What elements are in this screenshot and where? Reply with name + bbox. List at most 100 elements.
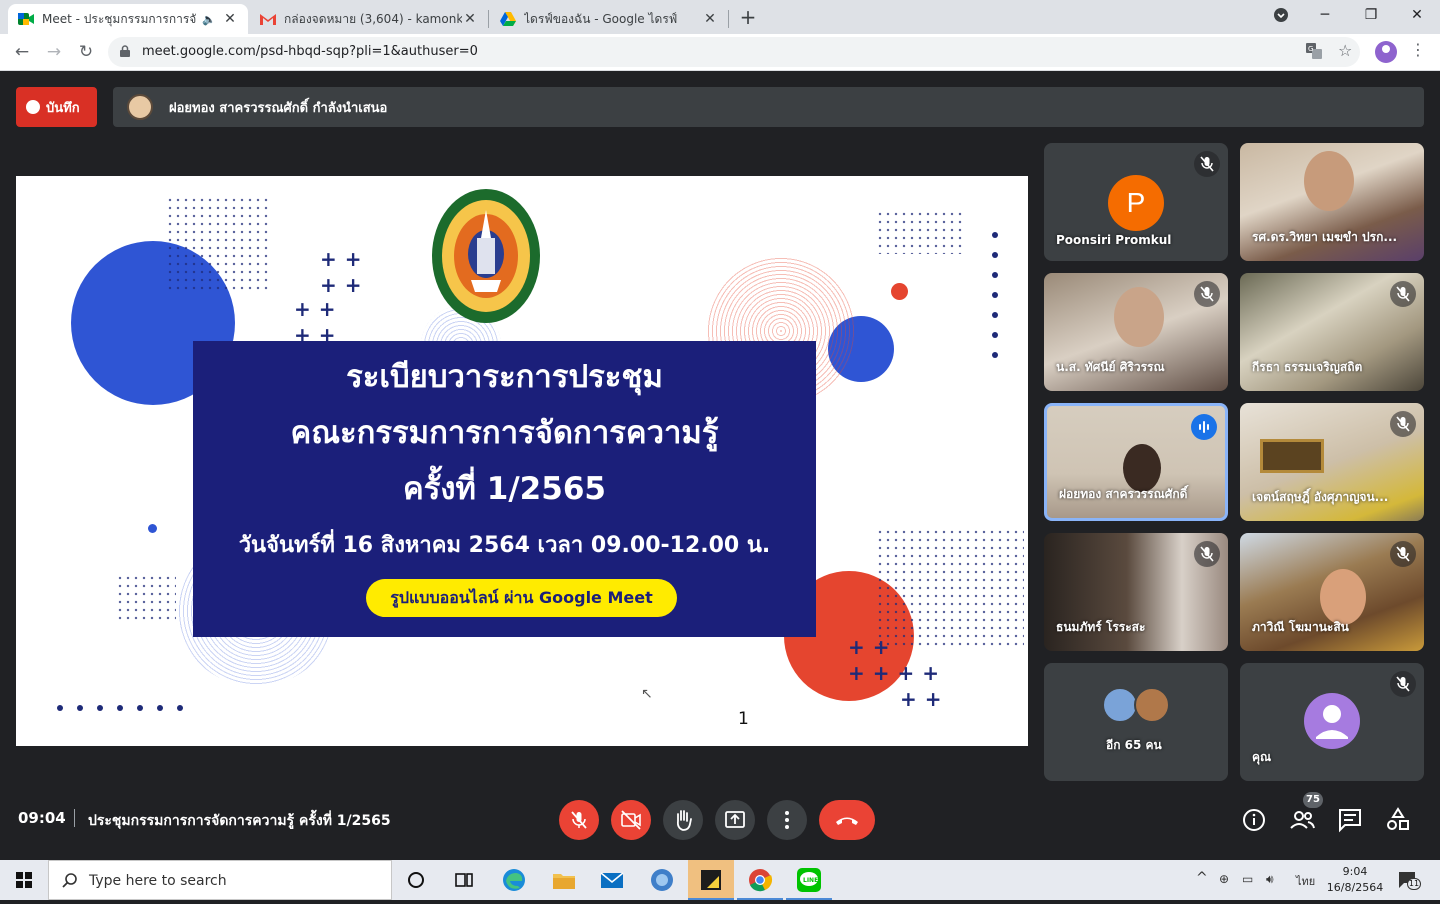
sticky-icon[interactable] xyxy=(697,866,725,894)
tab-separator xyxy=(728,10,729,28)
network-icon[interactable]: ▭ xyxy=(1242,872,1253,886)
volume-icon[interactable]: 🔊︎ xyxy=(1266,872,1274,887)
more-options-button[interactable] xyxy=(767,800,807,840)
reload-icon[interactable]: ↻ xyxy=(74,40,98,64)
participant-tile[interactable]: รศ.ดร.วิทยา เมฆขำ ปรก... xyxy=(1240,143,1424,261)
decor-blue-dot xyxy=(148,524,157,533)
minimize-button[interactable]: ─ xyxy=(1302,0,1348,30)
browser-tab-bar: Meet - ประชุมกรรมการการจัดก 🔈 ✕ กล่องจดห… xyxy=(0,0,1440,34)
back-icon[interactable]: ← xyxy=(10,40,34,64)
taskview-icon[interactable] xyxy=(450,866,478,894)
speaker-icon[interactable]: 🔈 xyxy=(202,13,216,26)
meet-tray-icon[interactable]: ⊕ xyxy=(1219,872,1229,886)
explorer-icon[interactable] xyxy=(550,866,578,894)
presenting-banner: ฝอยทอง สาครวรรณศักดิ์ กำลังนำเสนอ xyxy=(113,87,1424,127)
mail-icon[interactable] xyxy=(598,866,626,894)
cortana-icon[interactable] xyxy=(402,866,430,894)
decor-dot-grid xyxy=(116,574,176,622)
notification-icon[interactable]: 11 xyxy=(1398,871,1421,890)
taskbar-search-box[interactable]: Type here to search xyxy=(48,860,392,900)
participant-tile-speaking[interactable]: ฝอยทอง สาครวรรณศักดิ์ xyxy=(1044,403,1228,521)
decor-dot-grid xyxy=(876,528,1024,646)
people-count-badge: 75 xyxy=(1303,792,1323,808)
line-icon[interactable]: LINE xyxy=(795,866,823,894)
star-icon[interactable]: ☆ xyxy=(1338,41,1352,60)
leave-call-button[interactable] xyxy=(819,800,875,840)
mic-off-icon xyxy=(1390,671,1416,697)
more-participants-tile[interactable]: อีก 65 คน xyxy=(1044,663,1228,781)
chrome-icon[interactable] xyxy=(746,866,774,894)
separator xyxy=(74,809,75,827)
participant-avatar: P xyxy=(1108,175,1164,231)
hangup-icon xyxy=(836,817,858,825)
decor-plus-group: ++ xyxy=(900,687,950,711)
tab-meet[interactable]: Meet - ประชุมกรรมการการจัดก 🔈 ✕ xyxy=(8,4,248,34)
chat-icon[interactable] xyxy=(1336,806,1364,834)
present-now-button[interactable] xyxy=(715,800,755,840)
participant-avatar xyxy=(1134,687,1170,723)
mic-off-icon xyxy=(1390,411,1416,437)
participant-name: น.ส. ทัศนีย์ ศิริวรรณ xyxy=(1056,360,1165,374)
participant-name: เจตน์สฤษฎิ์ อังศุภาญจน... xyxy=(1252,490,1389,504)
restore-button[interactable]: ❐ xyxy=(1348,0,1394,30)
tab-gmail[interactable]: กล่องจดหมาย (3,604) - kamonkan. ✕ xyxy=(250,4,488,34)
language-indicator[interactable]: ไทย xyxy=(1296,872,1315,890)
participant-video xyxy=(1260,439,1324,473)
clock-date: 16/8/2564 xyxy=(1326,881,1384,894)
decor-plus-group: ++ ++ xyxy=(320,247,370,297)
camera-off-button[interactable] xyxy=(611,800,651,840)
tab-close-button[interactable]: ✕ xyxy=(462,11,478,27)
omnibox[interactable]: meet.google.com/psd-hbqd-sqp?pli=1&authu… xyxy=(108,37,1360,67)
decor-dot-grid xyxy=(166,196,270,292)
participant-tile[interactable]: ธนมภัทร์ โรระสะ xyxy=(1044,533,1228,651)
participant-name: รศ.ดร.วิทยา เมฆขำ ปรก... xyxy=(1252,230,1398,244)
slide-title-line1: ระเบียบวาระการประชุม xyxy=(346,359,663,395)
tray-expand-icon[interactable]: ^ xyxy=(1196,870,1208,886)
browser-menu-icon[interactable]: ⋮ xyxy=(1410,40,1426,59)
mic-off-button[interactable] xyxy=(559,800,599,840)
mic-off-icon xyxy=(1194,281,1220,307)
tab-search-icon[interactable] xyxy=(1258,0,1304,30)
tab-close-button[interactable]: ✕ xyxy=(702,11,718,27)
info-icon[interactable] xyxy=(1240,806,1268,834)
participant-name: กีรธา ธรรมเจริญสถิต xyxy=(1252,360,1363,374)
profile-avatar[interactable] xyxy=(1375,41,1397,63)
search-placeholder: Type here to search xyxy=(89,873,227,889)
start-button[interactable] xyxy=(0,860,48,900)
edge-icon[interactable] xyxy=(500,866,528,894)
tab-title: ไดรฟ์ของฉัน - Google ไดรฟ์ xyxy=(524,11,678,26)
presenter-avatar xyxy=(127,94,153,120)
self-avatar-icon xyxy=(1304,693,1360,749)
university-logo xyxy=(432,189,540,323)
participant-tile[interactable]: เจตน์สฤษฎิ์ อังศุภาญจน... xyxy=(1240,403,1424,521)
participant-tile[interactable]: กีรธา ธรรมเจริญสถิต xyxy=(1240,273,1424,391)
participant-tile[interactable]: น.ส. ทัศนีย์ ศิริวรรณ xyxy=(1044,273,1228,391)
participant-tile[interactable]: ภาวิณี โฆมานะสิน xyxy=(1240,533,1424,651)
camera-off-icon xyxy=(621,810,641,830)
lock-icon[interactable] xyxy=(120,45,130,57)
participant-tile[interactable]: P Poonsiri Promkul xyxy=(1044,143,1228,261)
mic-off-icon xyxy=(1194,151,1220,177)
tab-drive[interactable]: ไดรฟ์ของฉัน - Google ไดรฟ์ ✕ xyxy=(490,4,728,34)
raise-hand-icon xyxy=(676,810,692,831)
decor-vertical-dots xyxy=(992,232,998,372)
raise-hand-button[interactable] xyxy=(663,800,703,840)
mouse-cursor-icon: ↖ xyxy=(641,686,653,702)
svg-text:G: G xyxy=(1308,45,1313,53)
slide-title-line3: ครั้งที่ 1/2565 xyxy=(403,471,606,507)
new-tab-button[interactable]: + xyxy=(736,6,760,30)
tab-close-button[interactable]: ✕ xyxy=(222,11,238,27)
translate-icon[interactable]: G xyxy=(1306,43,1322,63)
meeting-title: ประชุมกรรมการการจัดการความรู้ ครั้งที่ 1… xyxy=(88,813,391,829)
windows-taskbar: Type here to search LINE ^ ⊕ ▭ 🔊︎ ไทย 9:… xyxy=(0,860,1440,900)
activities-icon[interactable] xyxy=(1384,806,1412,834)
record-button[interactable]: บันทึก xyxy=(16,87,97,127)
forward-icon[interactable]: → xyxy=(42,40,66,64)
people-icon[interactable] xyxy=(1288,806,1316,834)
participant-name: Poonsiri Promkul xyxy=(1056,233,1172,247)
system-clock[interactable]: 9:04 16/8/2564 xyxy=(1326,864,1384,896)
close-window-button[interactable]: ✕ xyxy=(1394,0,1440,30)
more-icon xyxy=(785,811,789,829)
self-tile[interactable]: คุณ xyxy=(1240,663,1424,781)
app-icon[interactable] xyxy=(648,866,676,894)
